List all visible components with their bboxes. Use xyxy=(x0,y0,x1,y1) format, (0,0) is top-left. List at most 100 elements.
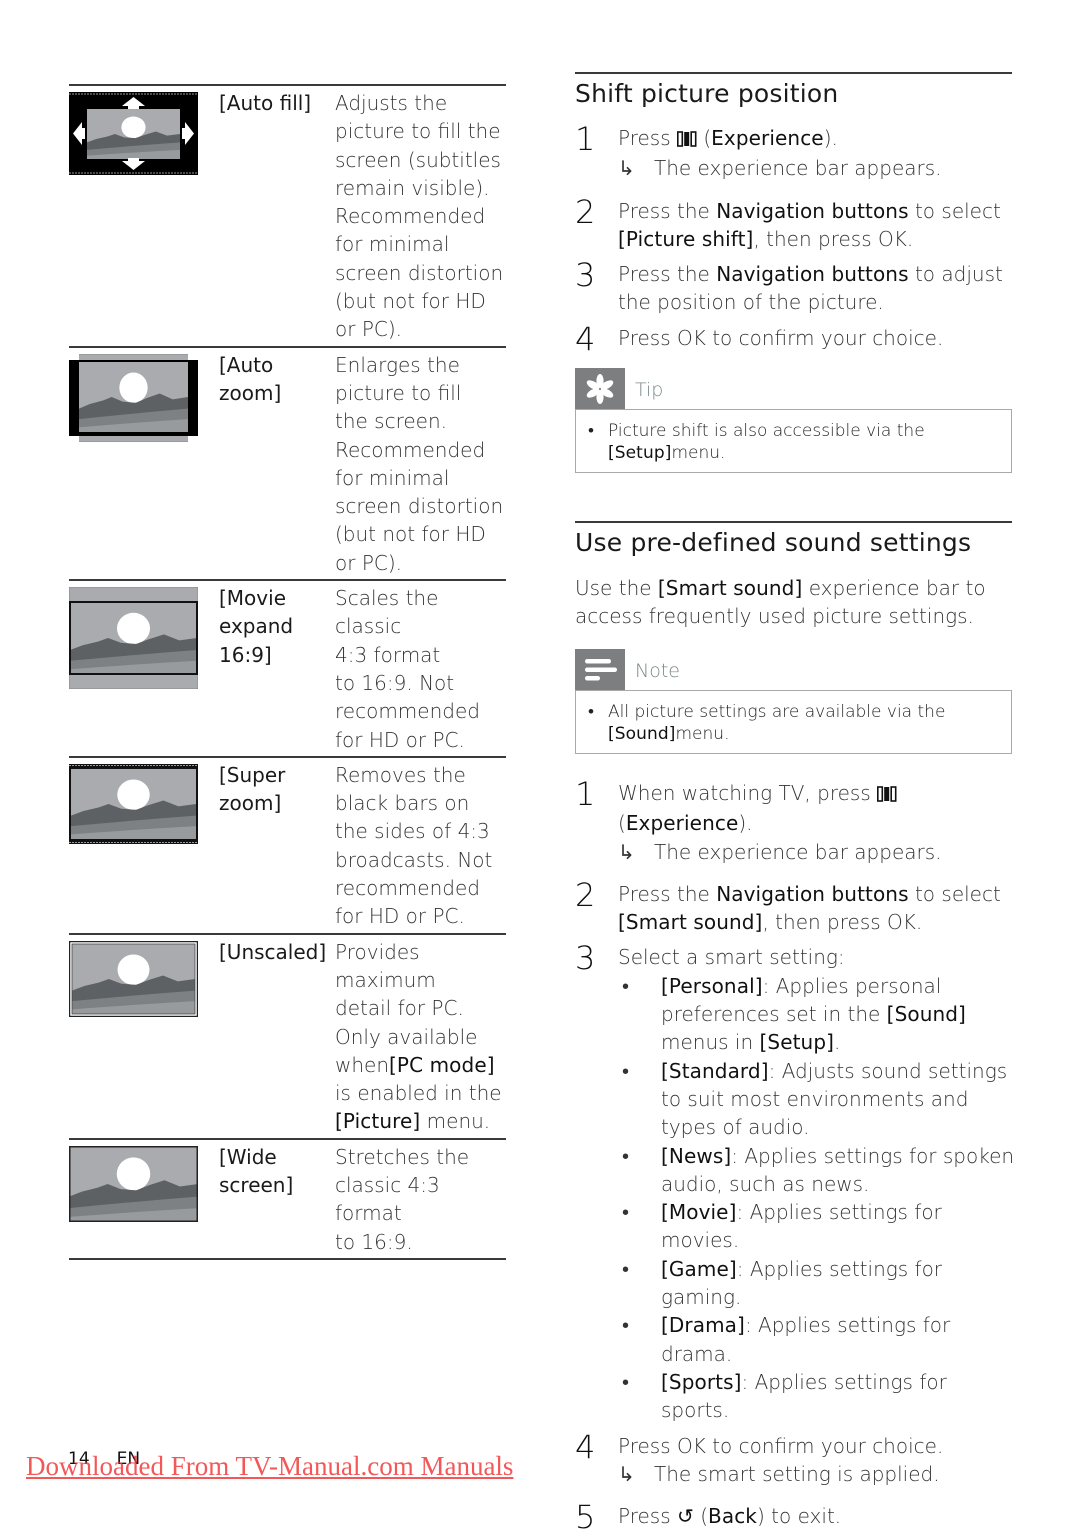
desc-line: or PC). xyxy=(335,317,403,342)
option-drama: • [Drama]: Applies settings for drama. xyxy=(622,1313,951,1366)
watermark-link[interactable]: Downloaded From TV-Manual.com Manuals xyxy=(26,1451,513,1482)
step-number: 3 xyxy=(575,256,596,295)
pc-mode-ref: [PC mode] xyxy=(389,1052,495,1077)
tip-callout: Tip • Picture shift is also accessible v… xyxy=(575,368,1012,473)
step-number: 4 xyxy=(575,1427,596,1466)
format-name-line: zoom] xyxy=(219,380,282,405)
step-text: Press OK to confirm your choice. xyxy=(618,1433,944,1458)
step-text: (Experience). xyxy=(618,811,753,836)
desc-line: Removes the xyxy=(335,762,466,787)
smart-setting-options: • [Personal]: Applies personal preference… xyxy=(618,972,1015,1425)
experience-label: Experience xyxy=(625,811,739,836)
result-text: The smart setting is applied. xyxy=(654,1461,940,1486)
step-text: When watching TV, press xyxy=(618,779,1015,809)
desc-line: Scales the classic xyxy=(335,586,439,639)
sound-intro: Use the [Smart sound] experience bar to … xyxy=(575,574,1015,631)
tip-text: menu. xyxy=(671,443,726,463)
step-text: [Picture shift], then press OK. xyxy=(618,226,914,251)
sound-menu-ref: [Sound] xyxy=(608,724,676,744)
smart-sound-ref: [Smart sound] xyxy=(657,576,803,600)
desc-line: for HD or PC. xyxy=(335,727,465,752)
step-item: 1 When watching TV, press (Experience). … xyxy=(575,777,1015,866)
section-title-shift-picture: Shift picture position xyxy=(575,79,839,108)
desc-line: remain visible). xyxy=(335,175,490,200)
desc-line: (but not for HD xyxy=(335,289,486,314)
step-result: ↳ The smart setting is applied. xyxy=(618,1460,1015,1488)
navigation-buttons-ref: Navigation buttons xyxy=(716,198,909,223)
auto-fill-screen-icon xyxy=(69,92,198,175)
navigation-buttons-ref: Navigation buttons xyxy=(716,262,909,287)
format-description: Removes the black bars on the sides of 4… xyxy=(335,758,506,933)
note-text: menu. xyxy=(675,724,730,744)
note-bullet: • All picture settings are available via… xyxy=(588,701,997,745)
table-row-wide-screen: [Wide screen] Stretches the classic 4:3 … xyxy=(69,1137,506,1260)
desc-line: Adjusts the xyxy=(335,91,448,115)
note-label: Note xyxy=(635,660,680,682)
option-personal: • [Personal]: Applies personal preference… xyxy=(622,973,973,1055)
desc-line: (but not for HD xyxy=(335,522,486,547)
bullet-icon: • xyxy=(588,702,594,722)
desc-line: the sides of 4:3 xyxy=(335,819,490,844)
step-text: the position of the picture. xyxy=(618,290,884,315)
note-content: • All picture settings are available via… xyxy=(575,690,1012,754)
desc-line: for HD or PC. xyxy=(335,904,465,929)
step-item: 3 Select a smart setting: • [Personal]: A… xyxy=(575,941,1015,1425)
desc-text: menu. xyxy=(420,1109,491,1134)
step-item: 2 Press the Navigation buttons to select… xyxy=(575,878,1015,937)
format-name: [Wide screen] xyxy=(219,1140,335,1258)
desc-line: is enabled in the xyxy=(335,1081,502,1106)
step-number: 4 xyxy=(575,319,596,358)
step-text: [Smart sound], then press OK. xyxy=(618,910,923,935)
result-arrow-icon: ↳ xyxy=(618,1461,635,1486)
bullet-icon: • xyxy=(622,1313,630,1338)
desc-line: Enlarges the xyxy=(335,352,460,377)
desc-line: screen distortion xyxy=(335,494,504,519)
experience-button-icon xyxy=(877,781,897,809)
table-row-super-zoom: [Super zoom] Removes the black bars on t… xyxy=(69,755,506,933)
picture-menu-ref: [Picture] xyxy=(335,1109,421,1134)
sound-steps-list: 1 When watching TV, press (Experience). … xyxy=(575,777,1015,1534)
table-row-auto-zoom: [Auto zoom] Enlarges the picture to fill… xyxy=(69,345,506,579)
desc-line: the screen. xyxy=(335,409,448,434)
option-name: [Standard] xyxy=(661,1058,769,1083)
format-description: Adjusts the picture to fill the screen (… xyxy=(335,86,506,346)
navigation-buttons-ref: Navigation buttons xyxy=(716,881,909,906)
picture-format-table: [Auto fill] Adjusts the picture to fill … xyxy=(69,84,506,1260)
step-item: 4 Press OK to confirm your choice. ↳ The … xyxy=(575,1427,1015,1489)
desc-line: classic 4:3 format xyxy=(335,1172,440,1226)
format-name-line: 16:9] xyxy=(219,642,272,667)
shift-steps-list: 1 Press (Experience). ↳ The experience ba… xyxy=(575,120,1015,356)
format-name-line: [Auto xyxy=(219,352,274,377)
desc-line: or PC). xyxy=(335,550,403,575)
experience-button-icon xyxy=(677,126,697,154)
option-name: [Drama] xyxy=(661,1313,745,1338)
desc-line: Stretches the xyxy=(335,1144,470,1169)
step-item: 3 Press the Navigation buttons to adjust… xyxy=(575,256,1015,317)
format-name-line: screen] xyxy=(219,1172,294,1197)
desc-line: broadcasts. Not xyxy=(335,847,493,872)
format-description: Stretches the classic 4:3 format to 16:9… xyxy=(335,1140,506,1258)
step-item: 2 Press the Navigation buttons to select… xyxy=(575,195,1015,254)
format-name-line: expand xyxy=(219,614,294,639)
format-name-line: [Auto fill] xyxy=(219,91,312,115)
step-text: Press ↺ (Back) to exit. xyxy=(618,1504,842,1529)
desc-line: maximum xyxy=(335,967,436,992)
result-arrow-icon: ↳ xyxy=(618,839,635,864)
picture-shift-ref: [Picture shift] xyxy=(618,226,754,251)
tip-label: Tip xyxy=(635,379,664,401)
step-text: Press OK to confirm your choice. xyxy=(618,325,944,350)
step-number: 1 xyxy=(575,120,596,158)
desc-line: recommended xyxy=(335,699,480,724)
option-news: • [News]: Applies settings for spoken aud… xyxy=(622,1143,1015,1196)
option-name: [News] xyxy=(661,1143,732,1168)
step-result: ↳ The experience bar appears. xyxy=(618,838,1015,866)
section-divider xyxy=(575,521,1012,523)
note-text: All picture settings are available via t… xyxy=(608,702,946,722)
table-row-unscaled: [Unscaled] Provides maximum detail for P… xyxy=(69,932,506,1138)
step-text: Press (Experience). xyxy=(618,124,1015,154)
step-text: Press the Navigation buttons to select xyxy=(618,881,1001,906)
setup-menu-ref: [Setup] xyxy=(759,1030,835,1055)
back-icon: ↺ xyxy=(677,1504,694,1529)
note-lines-icon xyxy=(575,649,625,690)
desc-line: screen distortion xyxy=(335,260,504,285)
